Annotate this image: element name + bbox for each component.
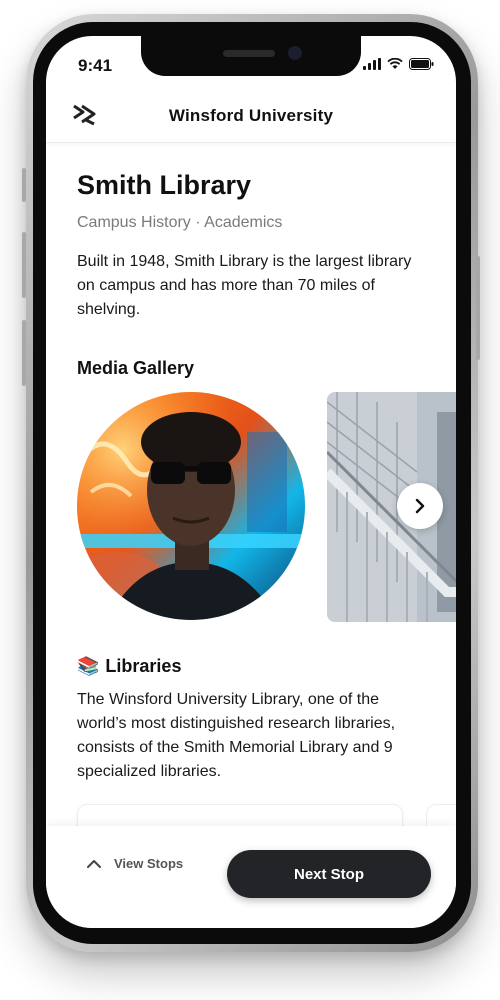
front-camera [288,46,302,60]
notch [141,36,361,76]
libraries-heading: 📚 Libraries [77,656,181,677]
battery-icon [409,58,434,70]
gallery-photo-portrait[interactable] [77,392,305,620]
status-time: 9:41 [78,56,113,75]
gallery-next-button[interactable] [397,483,443,529]
signal-icon [363,58,381,70]
power-button [476,256,480,360]
view-stops-button[interactable]: View Stops [86,856,183,871]
chevron-up-icon [87,859,101,868]
place-categories: Campus History · Academics [77,214,283,231]
bottom-action-bar: View Stops Next Stop [46,826,456,928]
app-header: Winsford University [46,96,456,143]
books-emoji-icon: 📚 [77,656,100,676]
wifi-icon [387,58,403,69]
libraries-description: The Winsford University Library, one of … [77,691,396,780]
portrait-image [77,392,305,620]
libraries-title: Libraries [105,656,182,676]
view-stops-label: View Stops [114,856,184,871]
next-stop-button[interactable]: Next Stop [227,850,431,898]
volume-down-button [22,320,26,386]
media-gallery-title: Media Gallery [77,358,195,378]
page-title: Smith Library [77,170,252,200]
chevron-right-icon [415,498,425,514]
app-screen: 9:41 Winsford University Smith Library C… [46,36,456,928]
speaker-grille [223,50,275,57]
silent-switch [22,168,26,202]
status-icons [363,58,434,70]
place-description: Built in 1948, Smith Library is the larg… [77,253,412,318]
header-title: Winsford University [168,106,334,125]
volume-up-button [22,232,26,298]
